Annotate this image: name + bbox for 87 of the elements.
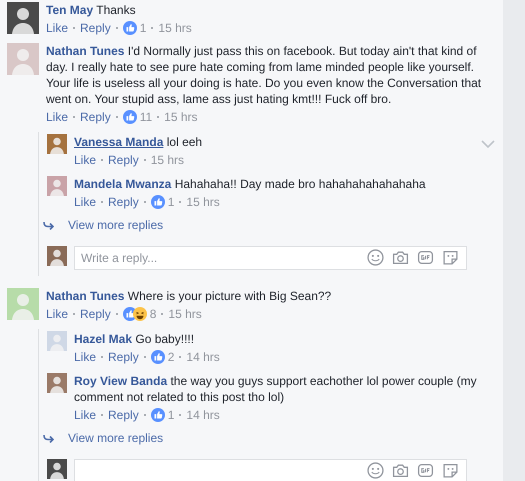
timestamp[interactable]: 15 hrs [164, 109, 198, 125]
sticker-icon[interactable] [442, 249, 459, 266]
separator-dot [116, 116, 118, 118]
author-link[interactable]: Roy View Banda [74, 374, 168, 388]
timestamp[interactable]: 15 hrs [168, 306, 202, 322]
separator-dot [179, 356, 182, 358]
reply-link[interactable]: Reply [108, 152, 139, 168]
emoji-icon[interactable] [367, 249, 384, 266]
comment-text: Mandela Mwanza Hahahaha!! Day made bro hahahahahahahaha [74, 176, 427, 192]
author-link[interactable]: Ten May [46, 3, 94, 17]
comment-text: Hazel Mak Go baby!!!! [74, 331, 196, 347]
reply-link[interactable]: Reply [80, 306, 111, 322]
comment-text: Nathan Tunes I'd Normally just pass this on facebook. But today ain't that kind of day. I really hate to see pure hate coming from lame minded people like yourself. Your life is useless all your doing is hate. Do you even know the Conversation that went on. Your stupid ass, lame ass just hating kmt!!! Fuck off bro. [46, 43, 482, 107]
timestamp[interactable]: 15 hrs [150, 152, 184, 168]
avatar[interactable] [47, 246, 67, 266]
laughing-reaction-icon[interactable] [132, 307, 147, 321]
separator-dot [101, 356, 104, 358]
like-link[interactable]: Like [74, 194, 96, 210]
reaction-count[interactable]: 8 [150, 306, 156, 322]
author-link[interactable]: Vanessa Manda [74, 135, 164, 149]
avatar[interactable] [47, 373, 67, 393]
author-link[interactable]: Nathan Tunes [46, 289, 124, 303]
like-link[interactable]: Like [74, 407, 96, 423]
view-more-replies-link[interactable]: View more replies [68, 430, 164, 446]
separator-dot [179, 414, 182, 416]
separator-dot [73, 313, 76, 315]
separator-dot [116, 27, 118, 29]
author-link[interactable]: Hazel Mak [74, 332, 132, 346]
reply-field[interactable]: Write a reply... [74, 246, 467, 270]
reaction-count[interactable]: 1 [168, 407, 174, 423]
separator-dot [161, 313, 164, 315]
author-link[interactable]: Mandela Mwanza [74, 177, 172, 191]
separator-dot [101, 159, 104, 161]
reply-link[interactable]: Reply [108, 349, 139, 365]
sticker-icon[interactable] [442, 462, 459, 479]
timestamp[interactable]: 15 hrs [158, 20, 192, 36]
like-reaction-icon[interactable] [150, 350, 165, 364]
like-link[interactable]: Like [74, 349, 96, 365]
like-link[interactable]: Like [46, 306, 68, 322]
reply-link[interactable]: Reply [80, 20, 111, 36]
reply-arrow-icon [43, 220, 54, 230]
separator-dot [151, 27, 154, 29]
separator-dot [73, 116, 76, 118]
separator-dot [116, 313, 118, 315]
like-link[interactable]: Like [74, 152, 96, 168]
timestamp[interactable]: 14 hrs [186, 407, 220, 423]
emoji-icon[interactable] [367, 462, 384, 479]
reply-link[interactable]: Reply [80, 109, 111, 125]
reply-arrow-icon [43, 434, 54, 442]
like-link[interactable]: Like [46, 109, 68, 125]
separator-dot [179, 201, 182, 203]
separator-dot [144, 356, 146, 358]
view-more-replies-link[interactable]: View more replies [68, 217, 164, 233]
like-link[interactable]: Like [46, 20, 68, 36]
timestamp[interactable]: 15 hrs [186, 194, 220, 210]
reaction-count[interactable]: 1 [168, 194, 174, 210]
separator-dot [101, 201, 104, 203]
comment-text: Ten May Thanks [46, 2, 137, 18]
separator-dot [144, 159, 146, 161]
separator-dot [73, 27, 76, 29]
separator-dot [157, 116, 160, 118]
camera-icon[interactable] [392, 462, 409, 479]
reply-field[interactable] [74, 459, 467, 481]
like-reaction-icon[interactable] [150, 408, 165, 422]
reply-link[interactable]: Reply [108, 407, 139, 423]
reply-link[interactable]: Reply [108, 194, 139, 210]
comment-text: Nathan Tunes Where is your picture with Big Sean?? [46, 288, 332, 304]
chevron-down-icon[interactable] [481, 140, 495, 148]
separator-dot [101, 414, 104, 416]
avatar[interactable] [7, 2, 39, 34]
author-link[interactable]: Nathan Tunes [46, 44, 124, 58]
reaction-count[interactable]: 11 [140, 109, 152, 125]
separator-dot [144, 414, 146, 416]
avatar[interactable] [47, 459, 67, 479]
gif-icon[interactable] [417, 249, 434, 266]
timestamp[interactable]: 14 hrs [186, 349, 220, 365]
camera-icon[interactable] [392, 249, 409, 266]
reaction-count[interactable]: 2 [168, 349, 174, 365]
separator-dot [144, 201, 146, 203]
comment-text: Roy View Banda the way you guys support eachother lol power couple (my comment not related to this post tho lol) [74, 373, 478, 405]
like-reaction-icon[interactable] [122, 21, 137, 35]
like-reaction-icon[interactable] [150, 195, 165, 209]
avatar[interactable] [47, 134, 67, 154]
comment-text: Vanessa Manda lol eeh [74, 134, 204, 150]
reaction-count[interactable]: 1 [140, 20, 146, 36]
like-reaction-icon[interactable] [122, 110, 137, 124]
gif-icon[interactable] [417, 462, 434, 479]
